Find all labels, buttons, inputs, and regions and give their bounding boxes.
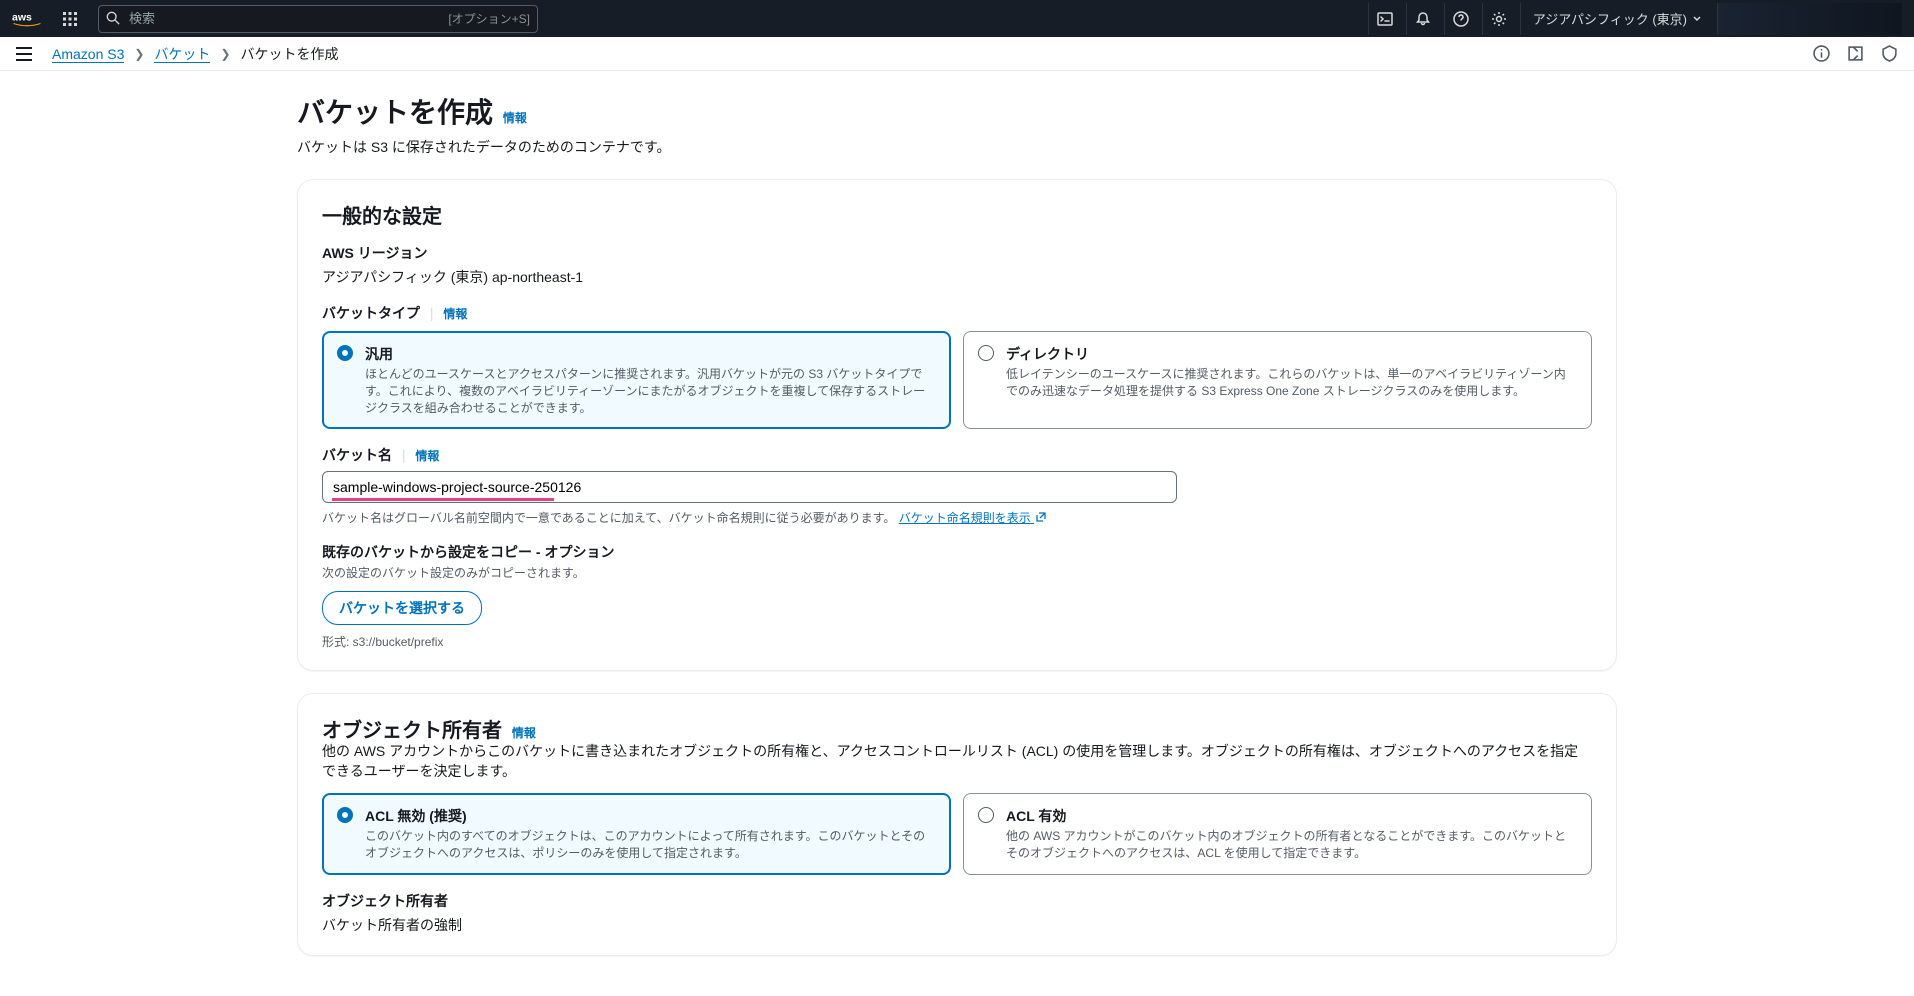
breadcrumb-current: バケットを作成: [241, 44, 339, 64]
region-selector[interactable]: アジアパシフィック (東京): [1520, 3, 1713, 35]
ownership-description: 他の AWS アカウントからこのバケットに書き込まれたオブジェクトの所有権と、ア…: [322, 741, 1592, 781]
page-info-link[interactable]: 情報: [503, 111, 527, 125]
bucket-name-hint: バケット名はグローバル名前空間内で一意であることに加えて、バケット命名規則に従う…: [322, 509, 1592, 526]
bucket-name-label: バケット名: [322, 447, 392, 463]
preferences-icon[interactable]: [1880, 45, 1898, 63]
copy-settings-heading: 既存のバケットから設定をコピー - オプション: [322, 542, 1592, 562]
bucket-type-options: 汎用 ほとんどのユースケースとアクセスパターンに推奨されます。汎用バケットが元の…: [322, 331, 1592, 429]
info-icon[interactable]: [1812, 45, 1830, 63]
acl-options: ACL 無効 (推奨) このバケット内のすべてのオブジェクトは、このアカウントに…: [322, 793, 1592, 875]
option-description: ほとんどのユースケースとアクセスパターンに推奨されます。汎用バケットが元の S3…: [365, 366, 936, 416]
option-description: 他の AWS アカウントがこのバケット内のオブジェクトの所有者となることができま…: [1006, 828, 1577, 862]
diagnostic-icon[interactable]: [1846, 45, 1864, 63]
topnav-right: アジアパシフィック (東京): [1368, 3, 1902, 35]
services-menu-icon[interactable]: [54, 3, 86, 35]
account-menu[interactable]: [1717, 3, 1902, 35]
option-description: 低レイテンシーのユースケースに推奨されます。これらのバケットは、単一のアベイラビ…: [1006, 366, 1577, 400]
aws-logo[interactable]: aws: [12, 10, 42, 28]
object-owner-value: バケット所有者の強制: [322, 915, 1592, 935]
help-icon[interactable]: [1444, 3, 1478, 35]
acl-disabled-option[interactable]: ACL 無効 (推奨) このバケット内のすべてのオブジェクトは、このアカウントに…: [322, 793, 951, 875]
chevron-right-icon: ❯: [134, 47, 144, 61]
copy-settings-description: 次の設定のバケット設定のみがコピーされます。: [322, 564, 1592, 581]
region-label: アジアパシフィック (東京): [1533, 9, 1687, 28]
page-title: バケットを作成: [297, 97, 493, 128]
object-owner-label: オブジェクト所有者: [322, 891, 1592, 911]
bucket-name-info-link[interactable]: 情報: [415, 449, 439, 463]
search-icon: [106, 11, 120, 25]
choose-bucket-button[interactable]: バケットを選択する: [322, 591, 482, 625]
radio-icon: [337, 807, 353, 823]
option-title: ACL 有効: [1006, 806, 1577, 826]
chevron-right-icon: ❯: [220, 47, 230, 61]
radio-icon: [978, 345, 994, 361]
ownership-info-link[interactable]: 情報: [512, 726, 536, 740]
side-panel-toggle[interactable]: [16, 44, 36, 64]
cloudshell-icon[interactable]: [1368, 3, 1402, 35]
option-description: このバケット内のすべてのオブジェクトは、このアカウントによって所有されます。この…: [365, 828, 936, 862]
radio-icon: [337, 345, 353, 361]
page-description: バケットは S3 に保存されたデータのためのコンテナです。: [297, 137, 1617, 157]
search-container: [オプション+S]: [98, 5, 538, 33]
search-shortcut-hint: [オプション+S]: [448, 10, 530, 27]
breadcrumb-root[interactable]: Amazon S3: [52, 46, 124, 62]
ownership-heading: オブジェクト所有者: [322, 720, 502, 742]
bucket-type-label: バケットタイプ: [322, 305, 420, 321]
bucket-type-info-link[interactable]: 情報: [443, 307, 467, 321]
bucket-type-general-purpose[interactable]: 汎用 ほとんどのユースケースとアクセスパターンに推奨されます。汎用バケットが元の…: [322, 331, 951, 429]
region-label: AWS リージョン: [322, 243, 1592, 263]
chevron-down-icon: [1693, 15, 1701, 23]
settings-icon[interactable]: [1482, 3, 1516, 35]
svg-text:aws: aws: [12, 11, 32, 23]
naming-rules-link[interactable]: バケット命名規則を表示: [899, 511, 1046, 525]
bucket-name-input[interactable]: [322, 471, 1177, 503]
object-ownership-panel: オブジェクト所有者 情報 他の AWS アカウントからこのバケットに書き込まれた…: [297, 693, 1617, 956]
notifications-icon[interactable]: [1406, 3, 1440, 35]
region-value: アジアパシフィック (東京) ap-northeast-1: [322, 267, 1592, 287]
option-title: ディレクトリ: [1006, 344, 1577, 364]
option-title: ACL 無効 (推奨): [365, 806, 936, 826]
bucket-type-directory[interactable]: ディレクトリ 低レイテンシーのユースケースに推奨されます。これらのバケットは、単…: [963, 331, 1592, 429]
option-title: 汎用: [365, 344, 936, 364]
external-link-icon: [1036, 512, 1046, 522]
top-navigation: aws [オプション+S] アジアパシフィック (東京): [0, 0, 1914, 37]
general-settings-panel: 一般的な設定 AWS リージョン アジアパシフィック (東京) ap-north…: [297, 179, 1617, 671]
breadcrumb-bar: Amazon S3 ❯ バケット ❯ バケットを作成: [0, 37, 1914, 71]
radio-icon: [978, 807, 994, 823]
acl-enabled-option[interactable]: ACL 有効 他の AWS アカウントがこのバケット内のオブジェクトの所有者とな…: [963, 793, 1592, 875]
general-heading: 一般的な設定: [322, 200, 1592, 229]
format-hint: 形式: s3://bucket/prefix: [322, 633, 1592, 650]
breadcrumb-buckets[interactable]: バケット: [154, 44, 210, 64]
main-content: バケットを作成 情報 バケットは S3 に保存されたデータのためのコンテナです。…: [297, 71, 1617, 996]
